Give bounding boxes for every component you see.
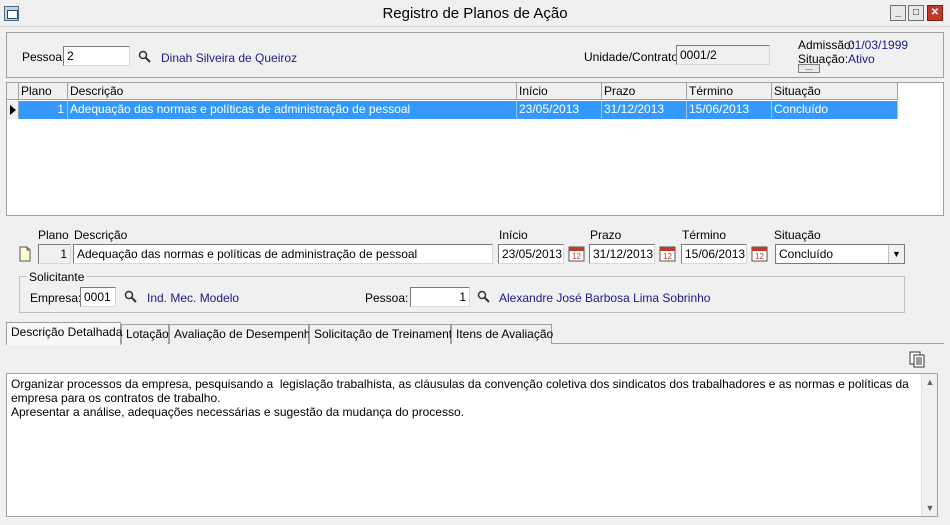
descricao-detalhada-textarea[interactable]: Organizar processos da empresa, pesquisa… [6, 373, 938, 517]
unidade-label: Unidade/Contrato: [584, 50, 682, 64]
column-header-prazo[interactable]: Prazo [602, 83, 687, 100]
new-record-icon[interactable] [18, 246, 32, 262]
detail-plano-label: Plano [38, 228, 69, 242]
minimize-button[interactable]: _ [890, 5, 906, 21]
column-header-termino[interactable]: Término [687, 83, 772, 100]
tab-descricao-detalhada[interactable]: Descrição Detalhada [6, 322, 122, 345]
detail-descricao-input[interactable]: Adequação das normas e políticas de admi… [73, 244, 493, 264]
dropdown-arrow-icon[interactable]: ▼ [888, 245, 904, 263]
tab-solicitacao-treinamento[interactable]: Solicitação de Treinamento [309, 324, 459, 344]
tab-avaliacao-desempenho[interactable]: Avaliação de Desempenho [169, 324, 317, 344]
detail-prazo-input[interactable]: 31/12/2013 [589, 244, 655, 264]
svg-text:12: 12 [572, 252, 581, 261]
column-header-descricao[interactable]: Descrição [68, 83, 517, 100]
admissao-value: 01/03/1999 [848, 38, 909, 52]
table-cell-descricao[interactable]: Adequação das normas e políticas de admi… [68, 101, 517, 119]
empresa-label: Empresa: [30, 291, 82, 305]
scroll-down-icon[interactable]: ▼ [922, 500, 938, 516]
situacao-value: Ativo [848, 52, 875, 66]
detail-termino-label: Término [682, 228, 727, 242]
table-cell-plano[interactable]: 1 [19, 101, 68, 119]
column-header-plano[interactable]: Plano [19, 83, 68, 100]
more-button[interactable]: ... [798, 64, 820, 73]
window-title: Registro de Planos de Ação [382, 5, 568, 22]
admissao-label: Admissão: [798, 38, 855, 52]
detail-termino-input[interactable]: 15/06/2013 [681, 244, 747, 264]
pessoa-input[interactable]: 2 [63, 46, 130, 66]
detail-inicio-label: Início [499, 228, 528, 242]
detail-tabs: Descrição Detalhada Lotação Avaliação de… [6, 322, 944, 345]
copy-icon[interactable] [909, 351, 926, 368]
detail-prazo-label: Prazo [590, 228, 622, 242]
detail-descricao-label: Descrição [74, 228, 128, 242]
table-cell-termino[interactable]: 15/06/2013 [687, 101, 772, 119]
column-header-situacao[interactable]: Situação [772, 83, 898, 100]
row-indicator-icon [7, 101, 19, 119]
table-cell-prazo[interactable]: 31/12/2013 [602, 101, 687, 119]
solicitante-label: Solicitante [26, 270, 88, 284]
tab-lotacao[interactable]: Lotação [121, 324, 169, 344]
unidade-field: 0001/2 [676, 45, 770, 65]
table-cell-situacao[interactable]: Concluído [772, 101, 898, 119]
search-icon[interactable] [138, 50, 152, 64]
column-header-inicio[interactable]: Início [517, 83, 602, 100]
solicitante-pessoa-input[interactable]: 1 [410, 287, 470, 307]
svg-text:12: 12 [663, 252, 672, 261]
tab-itens-avaliacao[interactable]: Itens de Avaliação [451, 324, 553, 344]
detail-plano-field: 1 [38, 244, 71, 264]
close-button[interactable]: ✕ [927, 5, 943, 21]
calendar-icon[interactable]: 12 [659, 245, 676, 262]
search-icon[interactable] [124, 290, 138, 304]
solicitante-pessoa-label: Pessoa: [365, 291, 409, 305]
empresa-name: Ind. Mec. Modelo [147, 291, 240, 305]
plans-grid[interactable]: Plano Descrição Início Prazo Término Sit… [6, 82, 944, 216]
grid-corner [7, 83, 19, 100]
detail-situacao-value: Concluído [779, 247, 834, 261]
calendar-icon[interactable]: 12 [751, 245, 768, 262]
pessoa-label: Pessoa: [22, 50, 66, 64]
empresa-input[interactable]: 0001 [80, 287, 116, 307]
scroll-up-icon[interactable]: ▲ [922, 374, 938, 390]
detail-situacao-select[interactable]: Concluído ▼ [775, 244, 905, 264]
maximize-button[interactable]: □ [908, 5, 924, 21]
solicitante-pessoa-name: Alexandre José Barbosa Lima Sobrinho [499, 291, 711, 305]
table-cell-inicio[interactable]: 23/05/2013 [517, 101, 602, 119]
detail-inicio-input[interactable]: 23/05/2013 [498, 244, 564, 264]
memo-scrollbar[interactable]: ▲ ▼ [921, 374, 937, 516]
search-icon[interactable] [477, 290, 491, 304]
pessoa-name: Dinah Silveira de Queiroz [161, 51, 298, 65]
calendar-icon[interactable]: 12 [568, 245, 585, 262]
svg-text:12: 12 [755, 252, 764, 261]
detail-situacao-label: Situação [774, 228, 821, 242]
